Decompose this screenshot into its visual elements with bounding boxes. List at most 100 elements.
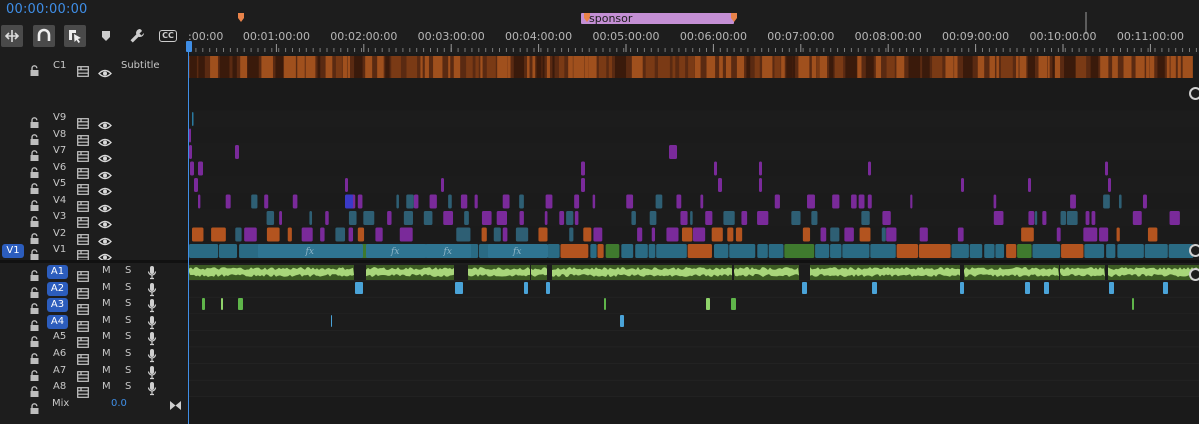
solo-button[interactable]: S	[125, 348, 131, 359]
lock-icon[interactable]	[29, 267, 41, 281]
microphone-icon[interactable]	[147, 348, 157, 363]
track-header-v2[interactable]: V2	[0, 227, 188, 245]
sync-lock-icon[interactable]	[77, 164, 89, 179]
insert-nest-button[interactable]	[1, 25, 23, 47]
sync-lock-icon[interactable]	[77, 230, 89, 245]
sync-lock-icon[interactable]	[77, 131, 89, 146]
lock-icon[interactable]	[29, 300, 41, 315]
lock-icon[interactable]	[29, 317, 41, 331]
microphone-icon[interactable]	[147, 282, 157, 297]
track-header-v4[interactable]: V4	[0, 194, 188, 212]
lock-icon[interactable]	[29, 180, 41, 194]
video-scroll-knob-bottom[interactable]	[1189, 244, 1199, 257]
track-header-v8[interactable]: V8	[0, 128, 188, 146]
lock-icon[interactable]	[29, 147, 41, 161]
track-name[interactable]: A1	[47, 265, 68, 279]
sync-lock-icon[interactable]	[77, 267, 89, 282]
snap-button[interactable]	[33, 25, 55, 47]
sync-lock-icon[interactable]	[77, 350, 89, 365]
time-ruler[interactable]: sponsor :00:00 00:01:00:00 00:02:00:00 00:0…	[188, 0, 1199, 54]
track-header-v5[interactable]: V5	[0, 177, 188, 196]
sync-lock-icon[interactable]	[77, 147, 89, 162]
track-header-a5[interactable]: A5 M S	[0, 330, 188, 349]
sync-lock-icon[interactable]	[77, 300, 89, 316]
lock-icon[interactable]	[29, 230, 41, 244]
sync-lock-icon[interactable]	[77, 62, 89, 77]
track-header-a3[interactable]: A3 M S	[0, 297, 188, 316]
track-header-c1[interactable]: C1 Subtitle	[0, 59, 188, 78]
sync-lock-icon[interactable]	[77, 383, 89, 399]
sync-lock-icon[interactable]	[77, 197, 89, 212]
playhead-timecode[interactable]: 00:00:00:00	[6, 2, 88, 17]
sync-lock-icon[interactable]	[77, 213, 89, 228]
lock-icon[interactable]	[29, 213, 41, 227]
linked-selection-button[interactable]	[64, 25, 86, 47]
eye-icon[interactable]	[98, 214, 112, 229]
solo-button[interactable]: S	[125, 298, 131, 309]
lock-icon[interactable]	[29, 350, 41, 364]
mute-button[interactable]: M	[102, 298, 111, 309]
sync-lock-icon[interactable]	[77, 284, 89, 299]
lock-icon[interactable]	[29, 246, 41, 260]
solo-button[interactable]: S	[125, 282, 131, 293]
mute-button[interactable]: M	[102, 331, 111, 342]
mute-button[interactable]: M	[102, 315, 111, 326]
lock-icon[interactable]	[29, 400, 41, 414]
lock-icon[interactable]	[29, 383, 41, 398]
solo-button[interactable]: S	[125, 265, 131, 276]
microphone-icon[interactable]	[147, 298, 157, 313]
sync-lock-icon[interactable]	[77, 317, 89, 332]
track-area[interactable]: fx fx fx fx	[188, 54, 1199, 424]
track-header-a4[interactable]: A4 M S	[0, 314, 188, 332]
sync-lock-icon[interactable]	[77, 367, 89, 382]
solo-button[interactable]: S	[125, 331, 131, 342]
lock-icon[interactable]	[29, 367, 41, 381]
timeline-settings-button[interactable]	[126, 25, 148, 47]
sync-lock-icon[interactable]	[77, 246, 89, 261]
lock-icon[interactable]	[29, 284, 41, 298]
track-header-a8[interactable]: A8 M S	[0, 380, 188, 399]
microphone-icon[interactable]	[147, 265, 157, 280]
solo-button[interactable]: S	[125, 315, 131, 326]
track-name[interactable]: A2	[47, 281, 68, 296]
lock-icon[interactable]	[29, 131, 41, 145]
microphone-icon[interactable]	[147, 315, 157, 330]
mute-button[interactable]: M	[102, 381, 111, 392]
sync-lock-icon[interactable]	[77, 333, 89, 349]
eye-icon[interactable]	[98, 115, 112, 130]
track-header-v7[interactable]: V7	[0, 144, 188, 163]
lock-icon[interactable]	[29, 62, 41, 76]
track-header-v9[interactable]: V9	[0, 111, 188, 130]
lock-icon[interactable]	[29, 114, 41, 128]
solo-button[interactable]: S	[125, 365, 131, 376]
microphone-icon[interactable]	[147, 365, 157, 380]
mute-button[interactable]: M	[102, 282, 111, 293]
track-header-a6[interactable]: A6 M S	[0, 347, 188, 365]
source-patch-v1[interactable]: V1	[2, 244, 24, 258]
eye-icon[interactable]	[98, 231, 112, 245]
mute-button[interactable]: M	[102, 348, 111, 359]
captions-button[interactable]: CC	[157, 25, 179, 47]
mute-button[interactable]: M	[102, 265, 111, 276]
eye-icon[interactable]	[98, 247, 112, 262]
track-header-v3[interactable]: V3	[0, 210, 188, 229]
video-audio-divider[interactable]	[0, 260, 1199, 263]
eye-icon[interactable]	[98, 148, 112, 163]
sync-lock-icon[interactable]	[77, 180, 89, 195]
add-marker-button[interactable]	[95, 25, 117, 47]
eye-icon[interactable]	[98, 165, 112, 179]
mix-volume-value[interactable]: 0.0	[111, 398, 127, 409]
track-name[interactable]: A4	[47, 314, 68, 329]
lock-icon[interactable]	[29, 164, 41, 178]
track-name[interactable]: A3	[47, 298, 68, 313]
eye-icon[interactable]	[98, 63, 112, 78]
audio-scroll-knob-top[interactable]	[1189, 268, 1199, 281]
track-header-a1[interactable]: A1 M S	[0, 264, 188, 282]
microphone-icon[interactable]	[147, 331, 157, 346]
mute-button[interactable]: M	[102, 365, 111, 376]
lock-icon[interactable]	[29, 197, 41, 211]
playhead-handle[interactable]	[186, 41, 192, 52]
microphone-icon[interactable]	[147, 381, 157, 396]
track-header-a2[interactable]: A2 M S	[0, 281, 188, 299]
playhead-line[interactable]	[188, 41, 189, 424]
